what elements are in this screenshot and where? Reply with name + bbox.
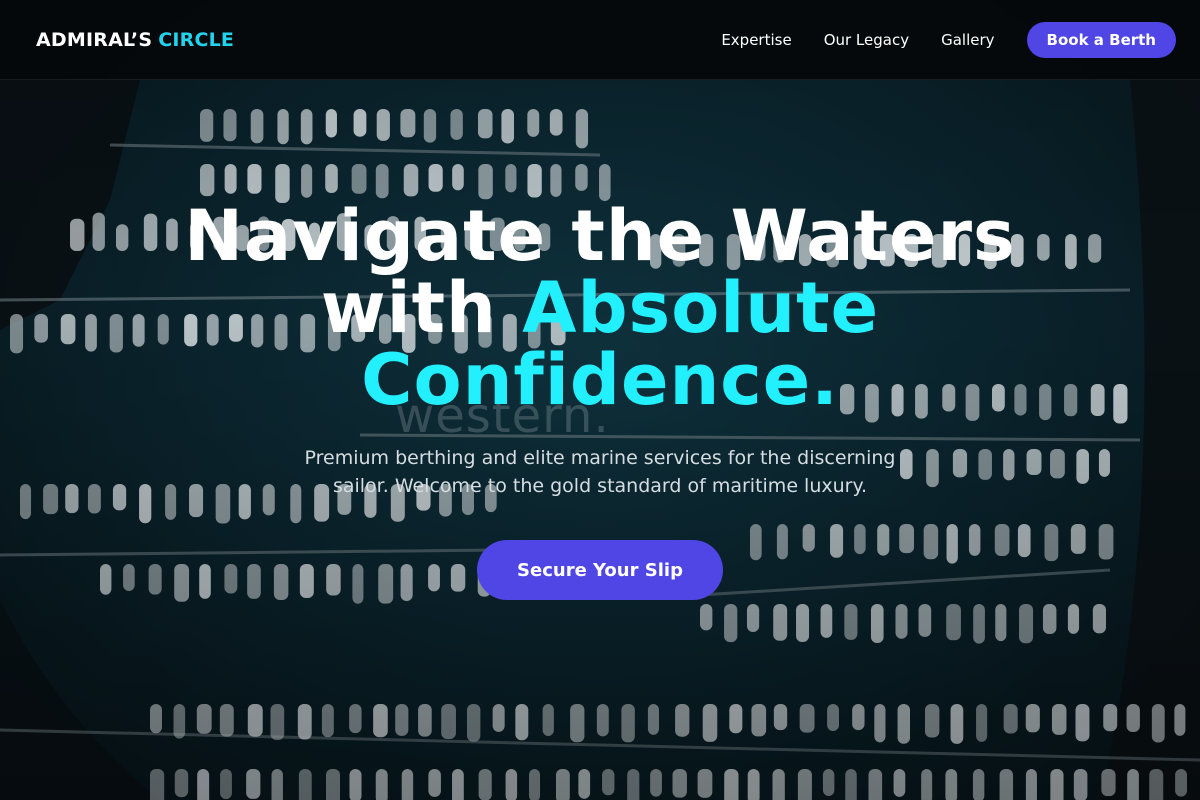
brand-name-part2: CIRCLE [158,28,235,51]
nav-link-gallery[interactable]: Gallery [941,31,994,49]
headline-line1: Navigate the Waters [184,195,1016,277]
headline-line2-prefix: with [320,267,497,349]
hero-subtext: Premium berthing and elite marine servic… [304,447,896,497]
book-a-berth-button[interactable]: Book a Berth [1026,21,1176,58]
hero-headline: Navigate the Waters with Absolute Confid… [0,200,1200,416]
secure-your-slip-button[interactable]: Secure Your Slip [477,540,723,600]
site-header: ADMIRAL’S CIRCLE Expertise Our Legacy Gal… [0,0,1200,80]
brand-logo[interactable]: ADMIRAL’S CIRCLE [36,29,234,51]
headline-accent-1: Absolute [522,267,880,349]
brand-name-part1: ADMIRAL’S [36,28,153,51]
hero-section: Navigate the Waters with Absolute Confid… [0,200,1200,600]
main-nav: Expertise Our Legacy Gallery Book a Bert… [721,21,1176,58]
nav-link-our-legacy[interactable]: Our Legacy [824,31,909,49]
headline-accent-2: Confidence. [361,339,839,421]
nav-link-expertise[interactable]: Expertise [721,31,791,49]
